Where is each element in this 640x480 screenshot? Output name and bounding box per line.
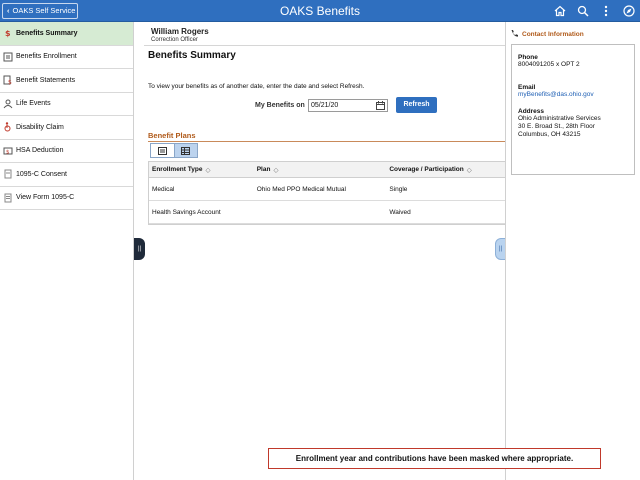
masking-notice: Enrollment year and contributions have b… (268, 448, 601, 469)
consent-icon (3, 169, 13, 179)
life-events-icon (3, 99, 13, 109)
pause-icon: || (498, 246, 503, 252)
table-row[interactable]: Medical Ohio Med PPO Medical Mutual Sing… (149, 178, 505, 201)
table-cell: Ohio Med PPO Medical Mutual (256, 185, 346, 193)
page-header-title: OAKS Benefits (279, 4, 361, 18)
sort-icon: ◇ (466, 166, 472, 174)
column-header-enrollment-type[interactable]: Enrollment Type ◇ (149, 162, 254, 177)
address-line: 30 E. Broad St., 28th Floor (518, 123, 595, 130)
sidebar-item-label: 1095-C Consent (16, 170, 67, 178)
sidebar-item-disability-claim[interactable]: Disability Claim (0, 116, 133, 140)
table-cell: Medical (152, 185, 175, 193)
view-toggle (150, 143, 198, 158)
table-row[interactable]: Health Savings Account Waived (149, 201, 505, 224)
svg-text:$: $ (8, 79, 12, 85)
sidebar: $ Benefits Summary Benefits Enrollment $… (0, 22, 134, 480)
sidebar-item-benefits-summary[interactable]: $ Benefits Summary (0, 22, 133, 46)
calendar-icon[interactable] (376, 101, 385, 114)
table-cell: Health Savings Account (152, 208, 221, 216)
column-header-plan[interactable]: Plan ◇ (254, 162, 387, 177)
sidebar-item-label: Benefit Statements (16, 76, 76, 84)
pause-icon: || (137, 246, 142, 252)
top-banner: ‹ OAKS Self Service OAKS Benefits (0, 0, 640, 22)
sort-icon: ◇ (273, 166, 279, 174)
email-label: Email (518, 84, 536, 91)
hsa-icon: $ (3, 146, 13, 156)
refresh-button[interactable]: Refresh (396, 97, 437, 113)
sidebar-item-label: Life Events (16, 100, 51, 108)
contact-panel: Contact Information Phone 8004091205 x O… (505, 22, 640, 480)
sidebar-item-label: View Form 1095-C (16, 194, 75, 202)
sidebar-item-label: Benefits Enrollment (16, 53, 77, 61)
address-line: Columbus, OH 43215 (518, 131, 581, 138)
sidebar-item-1095c-consent[interactable]: 1095-C Consent (0, 163, 133, 187)
sidebar-item-life-events[interactable]: Life Events (0, 93, 133, 116)
section-divider (148, 141, 505, 142)
as-of-date-input[interactable]: 05/21/20 (308, 99, 388, 112)
enrollment-icon (3, 52, 13, 62)
address-label: Address (518, 108, 545, 115)
sidebar-item-view-form-1095c[interactable]: View Form 1095-C (0, 187, 133, 210)
sidebar-item-label: Benefits Summary (16, 29, 78, 37)
sidebar-item-label: HSA Deduction (16, 147, 64, 155)
svg-text:$: $ (5, 29, 11, 38)
list-view-icon[interactable] (151, 144, 174, 157)
grid-view-icon[interactable] (173, 144, 197, 157)
main-content: William Rogers Correction Officer Benefi… (144, 22, 505, 480)
table-cell: Single (389, 185, 408, 193)
employee-name: William Rogers (151, 27, 209, 36)
more-vertical-icon[interactable] (599, 4, 613, 18)
as-of-date-value: 05/21/20 (311, 102, 339, 109)
phone-value: 8004091205 x OPT 2 (518, 61, 580, 68)
banner-actions (553, 3, 636, 19)
search-icon[interactable] (576, 4, 590, 18)
instructions-text: To view your benefits as of another date… (148, 83, 365, 90)
statements-icon: $ (3, 75, 13, 85)
address-line: Ohio Administrative Services (518, 115, 601, 122)
contact-details: Phone 8004091205 x OPT 2 Email myBenefit… (511, 44, 635, 175)
sidebar-item-benefits-enrollment[interactable]: Benefits Enrollment (0, 46, 133, 69)
home-icon[interactable] (553, 4, 567, 18)
sidebar-item-label: Disability Claim (16, 123, 64, 131)
phone-label: Phone (518, 54, 538, 61)
sidebar-item-benefit-statements[interactable]: $ Benefit Statements (0, 69, 133, 93)
compass-icon[interactable] (622, 4, 636, 18)
contact-heading: Contact Information (510, 29, 584, 40)
disability-icon (3, 122, 13, 132)
as-of-date-label: My Benefits on (255, 102, 305, 109)
benefit-plans-table: Enrollment Type ◇ Plan ◇ Coverage / Partic… (148, 161, 505, 225)
form-icon (3, 193, 13, 203)
sort-icon: ◇ (205, 166, 211, 174)
column-header-coverage[interactable]: Coverage / Participation ◇ (386, 162, 505, 177)
table-cell: Waived (389, 208, 411, 216)
summary-icon: $ (3, 28, 13, 38)
svg-text:$: $ (6, 149, 10, 155)
benefit-plans-heading: Benefit Plans (148, 131, 196, 140)
contact-heading-label: Contact Information (522, 31, 584, 38)
email-link[interactable]: myBenefits@das.ohio.gov (518, 91, 628, 99)
table-cell (254, 201, 387, 223)
employee-title: Correction Officer (151, 37, 198, 43)
table-header: Enrollment Type ◇ Plan ◇ Coverage / Partic… (149, 162, 505, 178)
page-title: Benefits Summary (148, 50, 236, 61)
divider (144, 45, 505, 46)
phone-icon (510, 29, 519, 40)
sidebar-item-hsa-deduction[interactable]: $ HSA Deduction (0, 140, 133, 163)
